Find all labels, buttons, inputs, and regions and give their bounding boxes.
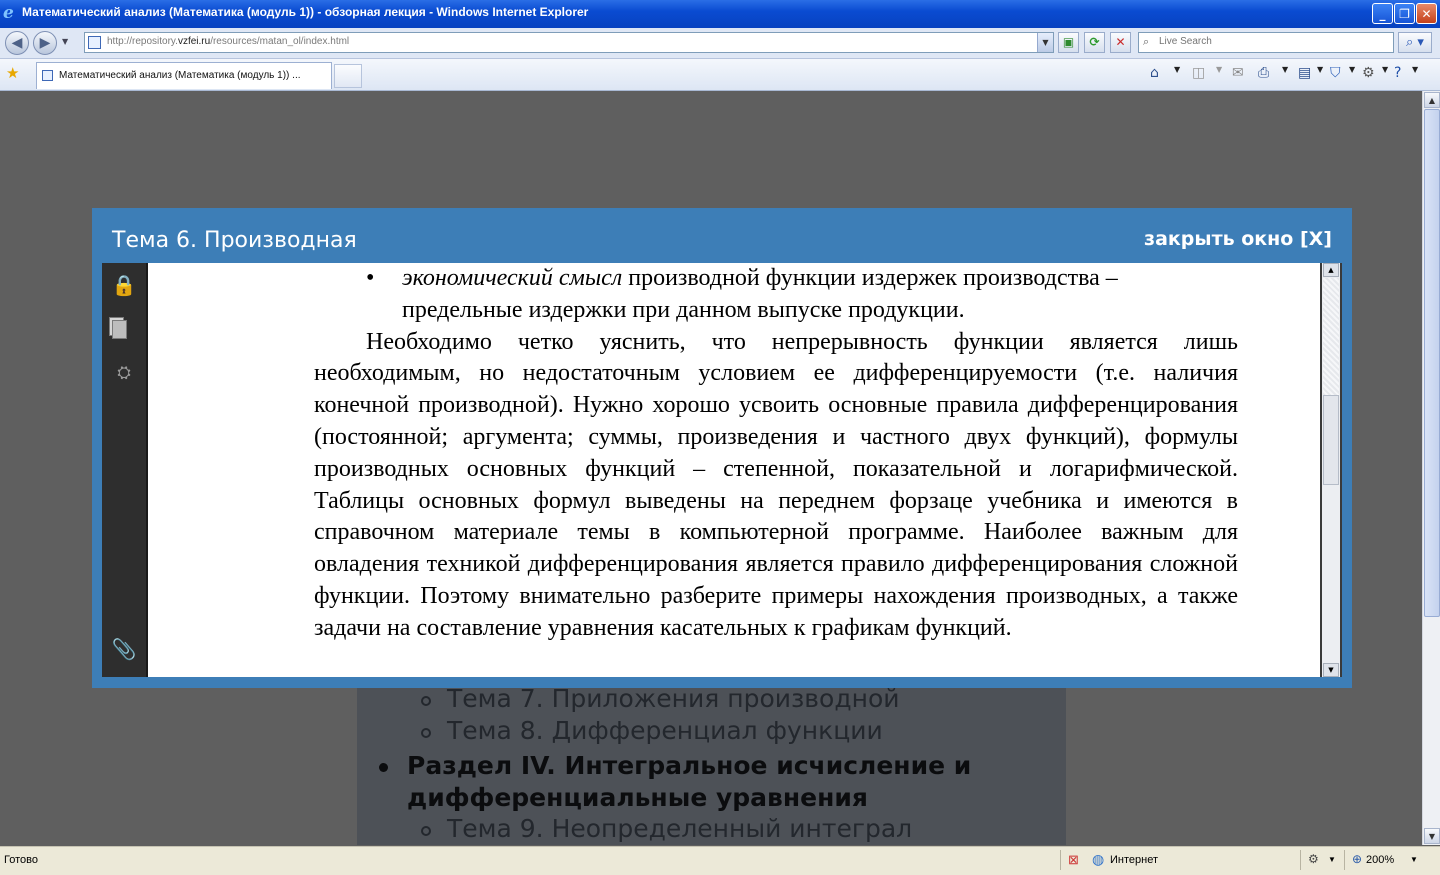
background-topic-list: Тема 7. Приложения производной Тема 8. Д… [357,676,1066,845]
tab-active[interactable]: Математический анализ (Математика (модул… [36,62,332,89]
safety-dropdown-icon[interactable]: ▼ [1349,65,1355,74]
search-button[interactable]: ⌕ ▾ [1398,32,1432,53]
print-dropdown-icon[interactable]: ▼ [1282,65,1288,74]
tab-bar: ★ Математический анализ (Математика (мод… [0,59,1440,91]
zoom-dropdown-icon[interactable]: ▼ [1410,855,1418,864]
pdf-scrollbar[interactable]: ▲ ▼ [1322,263,1340,677]
home-dropdown-icon[interactable]: ▼ [1174,65,1180,74]
globe-icon: ◍ [1092,851,1105,867]
scroll-down-button[interactable]: ▼ [1424,828,1440,844]
window-title-bar: e Математический анализ (Математика (мод… [0,0,1440,28]
ie-logo-icon: e [3,3,14,23]
lecture-modal: Тема 6. Производная закрыть окно [X] 🔒 ⛭… [92,208,1352,688]
page-scrollbar[interactable]: ▲ ▼ [1422,91,1440,845]
compatibility-icon[interactable]: ▣ [1058,32,1079,53]
protected-mode-dropdown-icon[interactable]: ▼ [1328,855,1336,864]
address-dropdown-icon[interactable]: ▼ [1037,33,1053,52]
pages-icon-front [112,320,127,339]
tools-dropdown-icon[interactable]: ▼ [1382,65,1388,74]
address-url[interactable]: http://repository.vzfei.ru/resources/mat… [107,36,349,47]
tools-gear-icon[interactable]: ⚙ [1362,63,1375,83]
divider [1344,850,1345,870]
search-input[interactable] [1157,35,1391,48]
modal-title: Тема 6. Производная [112,228,357,253]
address-toolbar: ◀ ▶ ▼ http://repository.vzfei.ru/resourc… [0,28,1440,59]
divider [1060,850,1061,870]
protected-mode-icon[interactable]: ⚙ [1308,852,1319,866]
security-zone: Интернет [1110,854,1158,866]
back-button[interactable]: ◀ [5,31,29,55]
bullet-disc-icon [379,763,388,772]
lock-icon[interactable]: 🔒 [110,273,138,297]
address-bar[interactable]: http://repository.vzfei.ru/resources/mat… [84,32,1054,53]
search-box[interactable]: ⌕ [1138,32,1394,53]
pdf-viewer: 🔒 ⛭ 📎 • экономический смысл производной ф… [102,263,1342,677]
zoom-icon[interactable]: ⊕ [1352,852,1362,866]
topic-link-7[interactable]: Тема 7. Приложения производной [447,684,900,713]
popup-blocked-icon[interactable]: ⊠ [1068,852,1079,868]
divider [1300,850,1301,870]
topic-link-9[interactable]: Тема 9. Неопределенный интеграл [447,814,912,843]
pdf-page-text: • экономический смысл производной функции… [314,263,1238,645]
body-paragraph: Необходимо четко уяснить, что непрерывно… [314,328,1238,641]
print-icon[interactable]: ⎙ [1258,63,1269,83]
bullet-circle-icon [421,728,431,738]
window-title: Математический анализ (Математика (модул… [22,5,589,19]
pdf-sidebar: 🔒 ⛭ 📎 [102,263,148,677]
minimize-button[interactable]: _ [1372,3,1393,24]
binoculars-icon[interactable]: ⛭ [110,361,138,385]
section-heading-4: Раздел IV. Интегральное исчисление и диф… [379,750,1047,814]
history-dropdown-icon[interactable]: ▼ [62,37,68,46]
tab-page-icon [42,70,53,81]
page-menu-icon[interactable]: ▤ [1298,63,1311,83]
refresh-button[interactable]: ⟳ [1084,32,1105,53]
favorites-star-icon[interactable]: ★ [6,64,19,82]
stop-button[interactable]: ✕ [1110,32,1131,53]
home-icon[interactable]: ⌂ [1150,63,1159,83]
close-modal-link[interactable]: закрыть окно [X] [1144,228,1332,250]
bullet-circle-icon [421,696,431,706]
close-window-button[interactable]: ✕ [1416,3,1437,24]
pdf-scroll-track[interactable] [1323,278,1339,395]
pdf-scroll-thumb[interactable] [1323,395,1339,485]
bullet-paragraph: • экономический смысл производной функции… [366,265,1118,323]
help-icon[interactable]: ? [1394,63,1401,83]
forward-button[interactable]: ▶ [33,31,57,55]
feeds-icon[interactable]: ◫ [1192,63,1205,83]
tab-label: Математический анализ (Математика (модул… [59,70,301,81]
topic-link-8[interactable]: Тема 8. Дифференциал функции [447,716,883,745]
pdf-scroll-up-button[interactable]: ▲ [1323,263,1339,277]
bullet-disc-icon: • [366,265,375,291]
feeds-dropdown-icon[interactable]: ▼ [1216,65,1222,74]
scroll-up-button[interactable]: ▲ [1424,92,1440,108]
pdf-scroll-down-button[interactable]: ▼ [1323,663,1339,677]
maximize-button[interactable]: ❐ [1394,3,1415,24]
status-bar: Готово ⊠ ◍ Интернет ⚙ ▼ ⊕ 200% ▼ [0,846,1440,875]
scroll-thumb[interactable] [1424,109,1440,617]
mail-icon[interactable]: ✉ [1232,63,1244,83]
safety-icon[interactable]: ⛉ [1330,63,1341,83]
help-dropdown-icon[interactable]: ▼ [1412,65,1418,74]
attachment-paperclip-icon[interactable]: 📎 [110,637,138,661]
new-tab-button[interactable] [334,64,362,88]
page-icon [88,36,101,49]
live-search-icon: ⌕ [1143,35,1150,48]
bullet-circle-icon [421,826,431,836]
zoom-level[interactable]: 200% [1366,854,1394,866]
page-dropdown-icon[interactable]: ▼ [1317,65,1323,74]
status-text: Готово [4,854,38,866]
